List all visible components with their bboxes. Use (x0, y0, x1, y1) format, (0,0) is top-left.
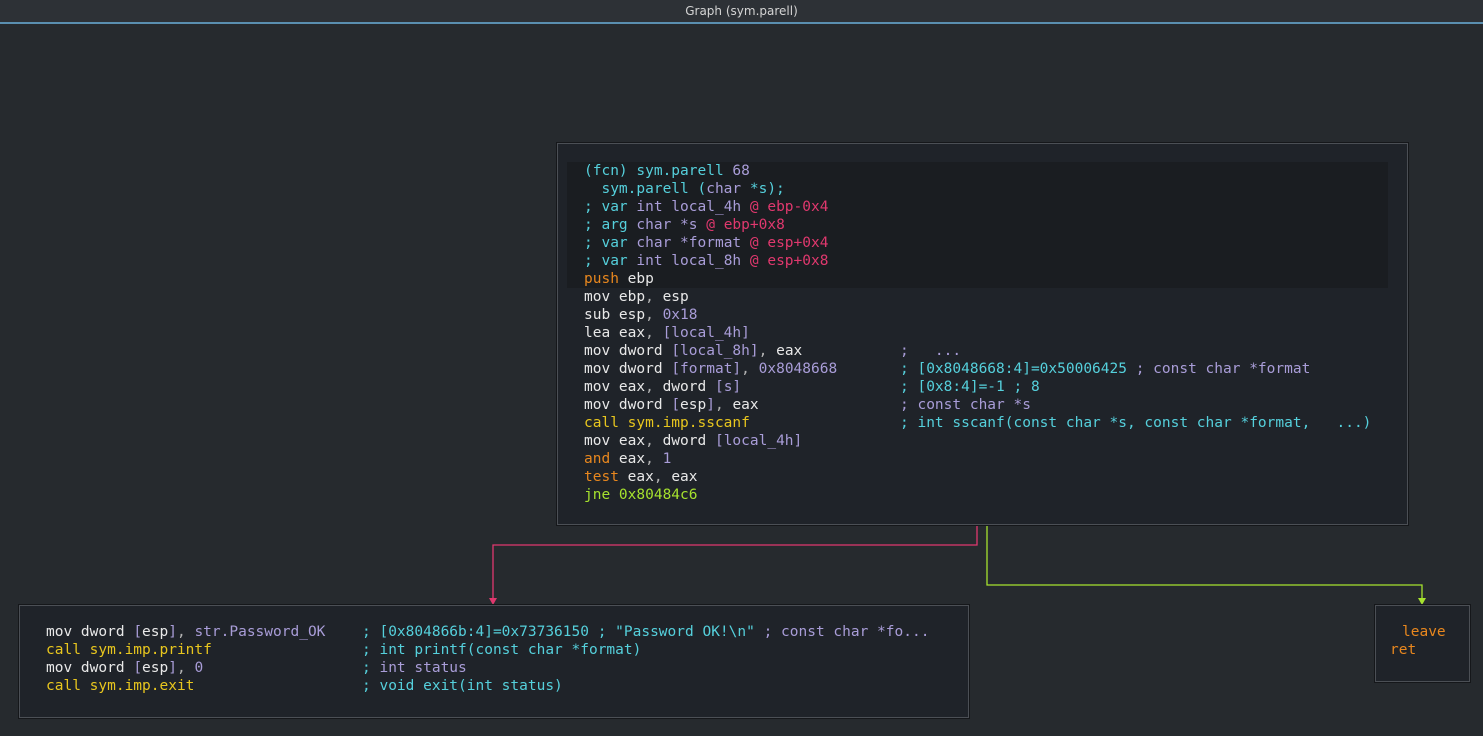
asm-comment: ; ... (900, 343, 962, 359)
header-line: ; var int local_4h @ ebp-0x4 (584, 199, 829, 215)
asm-line[interactable]: mov eax, dword [s] (584, 378, 741, 396)
asm-line[interactable]: mov dword [esp], 0 (46, 659, 203, 677)
asm-line[interactable]: push ebp (584, 270, 654, 288)
asm-line[interactable]: mov dword [esp], str.Password_OK (46, 623, 325, 641)
edge-jump-taken (492, 524, 978, 599)
basic-block-password-ok[interactable]: mov dword [esp], str.Password_OK call sy… (19, 605, 969, 718)
asm-comment: ; const char *s (900, 397, 1031, 413)
header-line: ; var char *format @ esp+0x4 (584, 235, 829, 251)
asm-line[interactable]: test eax, eax (584, 468, 698, 486)
asm-line[interactable]: mov dword [local_8h], eax (584, 342, 802, 360)
asm-line[interactable]: jne 0x80484c6 (584, 486, 698, 504)
asm-line[interactable]: mov dword [esp], eax (584, 396, 759, 414)
asm-line[interactable]: lea eax, [local_4h] (584, 324, 750, 342)
edge-fallthrough-arrow (1418, 598, 1426, 605)
asm-line[interactable]: call sym.imp.exit (46, 677, 194, 695)
asm-comment: ; [0x8048668:4]=0x50006425 ; const char … (900, 361, 1311, 377)
basic-block-entry[interactable]: (fcn) sym.parell 68 sym.parell (char *s)… (557, 143, 1408, 525)
asm-line[interactable]: ret (1390, 641, 1416, 659)
header-line: sym.parell (char *s); (584, 181, 785, 197)
asm-comment: ; void exit(int status) (362, 678, 563, 694)
header-line: (fcn) sym.parell 68 (584, 163, 750, 179)
asm-line[interactable]: mov ebp, esp (584, 288, 689, 306)
asm-comment: ; [0x8:4]=-1 ; 8 (900, 379, 1040, 395)
asm-line[interactable]: and eax, 1 (584, 450, 671, 468)
asm-line[interactable]: call sym.imp.printf (46, 641, 212, 659)
asm-line[interactable]: mov dword [format], 0x8048668 (584, 360, 837, 378)
asm-comment: ; [0x804866b:4]=0x73736150 ; "Password O… (362, 624, 930, 640)
asm-line[interactable]: call sym.imp.sscanf (584, 414, 750, 432)
header-line: ; arg char *s @ ebp+0x8 (584, 217, 785, 233)
graph-canvas[interactable]: (fcn) sym.parell 68 sym.parell (char *s)… (0, 24, 1483, 736)
window-title: Graph (sym.parell) (0, 0, 1483, 24)
header-line: ; var int local_8h @ esp+0x8 (584, 253, 829, 269)
asm-comment: ; int status (362, 660, 467, 676)
asm-line[interactable]: mov eax, dword [local_4h] (584, 432, 802, 450)
basic-block-leave[interactable]: leave ret (1375, 605, 1470, 682)
edge-jump-taken-arrow (489, 598, 497, 605)
asm-comment: ; int printf(const char *format) (362, 642, 642, 658)
asm-comment: ; int sscanf(const char *s, const char *… (900, 415, 1372, 431)
asm-line[interactable]: sub esp, 0x18 (584, 306, 698, 324)
asm-line[interactable]: leave (1402, 623, 1446, 641)
edge-fallthrough (986, 524, 1423, 599)
